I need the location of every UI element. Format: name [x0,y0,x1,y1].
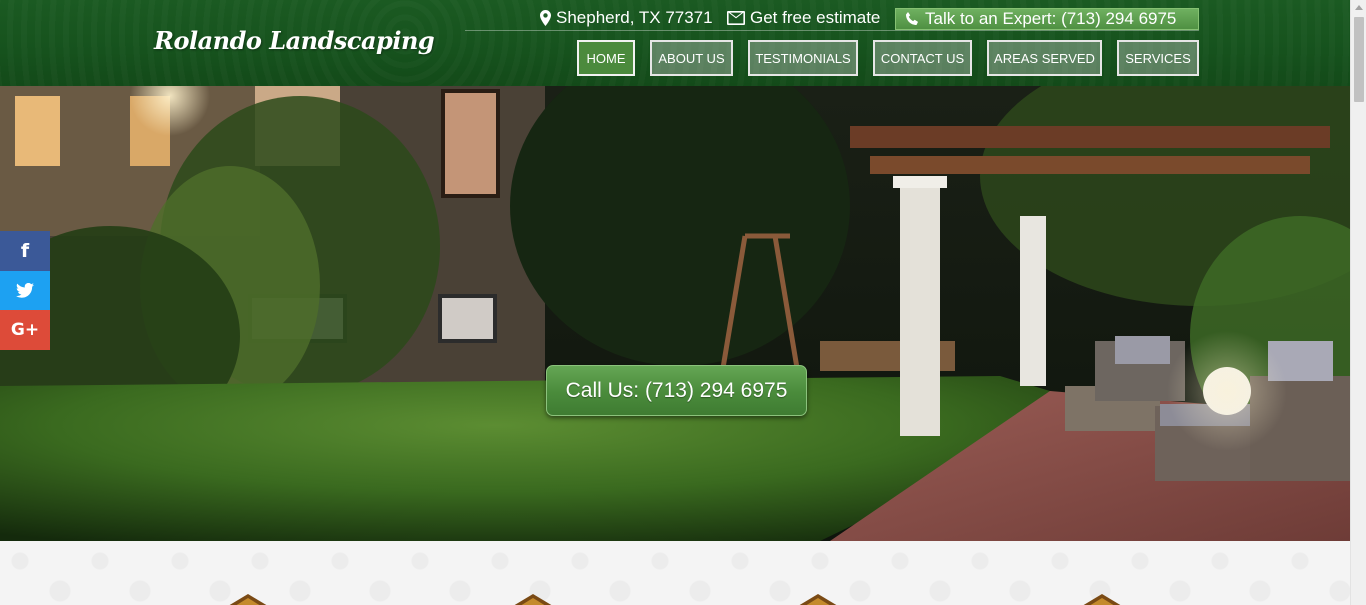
talk-to-expert-button[interactable]: Talk to an Expert: (713) 294 6975 [895,8,1199,30]
nav-about-us[interactable]: ABOUT US [650,40,733,76]
feature-icon-badge [798,594,838,605]
call-us-button[interactable]: Call Us: (713) 294 6975 [546,365,807,416]
social-share-bar: f G+ [0,231,50,350]
twitter-bird-icon [16,283,34,298]
nav-areas-served[interactable]: AREAS SERVED [987,40,1102,76]
feature-icon-badge [1082,594,1122,605]
features-section [0,541,1350,605]
nav-home[interactable]: HOME [577,40,635,76]
backyard-night-photo [0,86,1350,541]
facebook-share-button[interactable]: f [0,231,50,271]
site-logo[interactable]: Rolando Landscaping [154,26,435,55]
page-scrollbar[interactable] [1350,0,1366,605]
site-header: Rolando Landscaping Shepherd, TX 77371 G… [0,0,1350,86]
map-pin-icon [540,10,551,26]
scroll-up-arrow-icon[interactable] [1355,5,1363,10]
top-contact-bar: Shepherd, TX 77371 Get free estimate Tal… [465,7,1199,31]
google-plus-icon: G+ [10,320,40,340]
twitter-share-button[interactable] [0,271,50,310]
google-plus-share-button[interactable]: G+ [0,310,50,350]
hero-banner: Call Us: (713) 294 6975 [0,86,1350,541]
talk-to-expert-label: Talk to an Expert: (713) 294 6975 [925,9,1177,28]
scrollbar-thumb[interactable] [1354,17,1364,102]
phone-icon [906,12,918,25]
feature-icon-badge [513,594,553,605]
location-text: Shepherd, TX 77371 [556,8,713,27]
feature-icon-badge [228,594,268,605]
free-estimate-link[interactable]: Get free estimate [727,8,880,28]
facebook-icon: f [20,240,30,262]
nav-testimonials[interactable]: TESTIMONIALS [748,40,858,76]
nav-services[interactable]: SERVICES [1117,40,1199,76]
envelope-icon [727,11,745,25]
nav-contact-us[interactable]: CONTACT US [873,40,972,76]
free-estimate-text: Get free estimate [750,8,881,27]
location-info: Shepherd, TX 77371 [540,8,713,28]
